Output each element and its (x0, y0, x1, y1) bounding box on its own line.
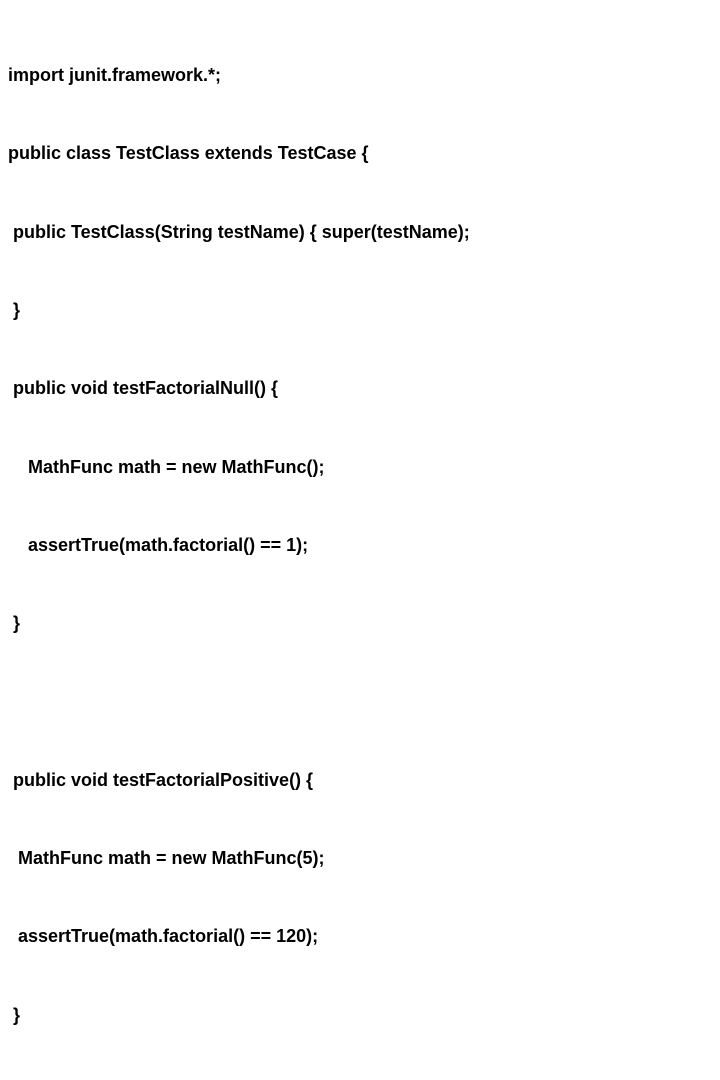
code-line: } (8, 610, 712, 636)
code-blank-line (8, 688, 712, 714)
code-line: import junit.framework.*; (8, 62, 712, 88)
code-line: MathFunc math = new MathFunc(5); (8, 845, 712, 871)
code-line: } (8, 297, 712, 323)
code-snippet: import junit.framework.*; public class T… (8, 10, 712, 1080)
code-line: assertTrue(math.factorial() == 120); (8, 923, 712, 949)
code-line: public class TestClass extends TestCase … (8, 140, 712, 166)
code-line: MathFunc math = new MathFunc(); (8, 454, 712, 480)
code-line: public void testFactorialNull() { (8, 375, 712, 401)
code-line: public TestClass(String testName) { supe… (8, 219, 712, 245)
code-line: } (8, 1002, 712, 1028)
code-line: public void testFactorialPositive() { (8, 767, 712, 793)
code-line: assertTrue(math.factorial() == 1); (8, 532, 712, 558)
